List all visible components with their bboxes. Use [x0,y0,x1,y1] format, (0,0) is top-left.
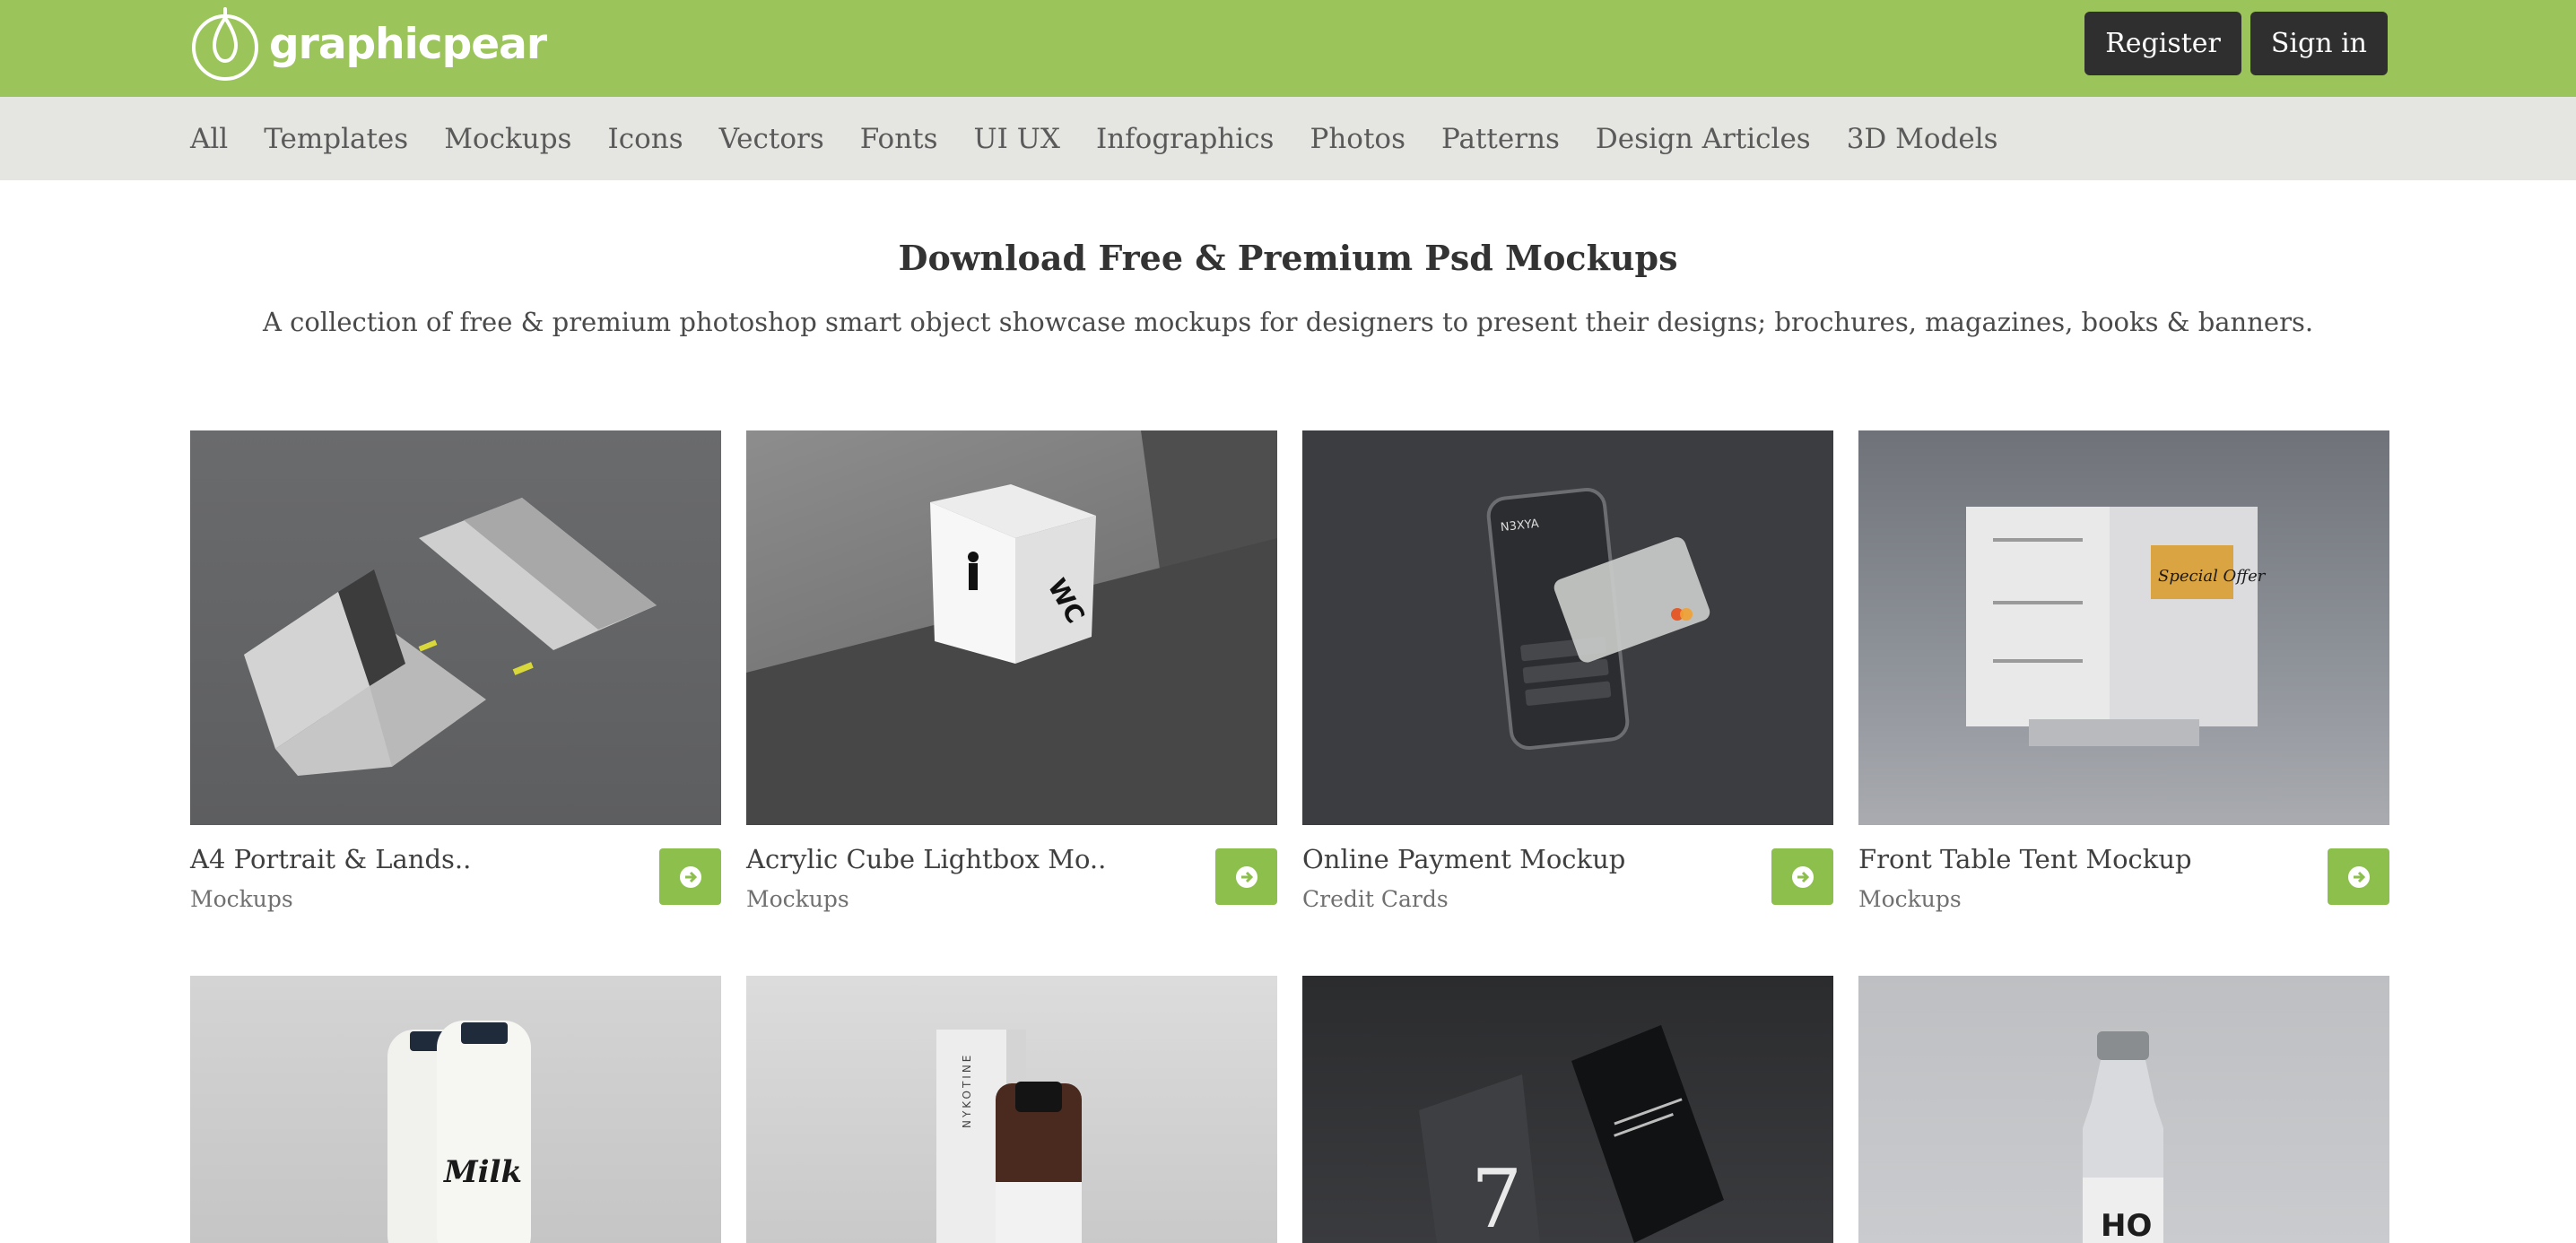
page-subtitle: A collection of free & premium photoshop… [262,307,2314,337]
card-open-button[interactable] [659,848,721,905]
brand-name: graphicpear [269,19,547,69]
card-category[interactable]: Mockups [1858,886,1962,912]
card-open-button[interactable] [1771,848,1833,905]
nav-item-all[interactable]: All [190,123,228,155]
arrow-right-icon [1235,865,1258,888]
pear-logo-icon [192,7,258,81]
water-brand-label: HO [2101,1208,2152,1243]
arrow-right-icon [1791,865,1814,888]
water-bottle-thumbnail-image: HO [2083,1031,2163,1243]
arrow-right-icon [2347,865,2370,888]
card-thumbnail[interactable] [190,430,721,825]
card-category[interactable]: Mockups [190,886,293,912]
card-thumbnail[interactable]: HO [1858,976,2389,1243]
nav-item-vectors[interactable]: Vectors [719,123,824,155]
nav-item-mockups[interactable]: Mockups [444,123,571,155]
nav-item-photos[interactable]: Photos [1310,123,1405,155]
nav-item-patterns[interactable]: Patterns [1441,123,1560,155]
sign-in-button[interactable]: Sign in [2250,12,2388,75]
card-category[interactable]: Credit Cards [1302,886,1449,912]
nav-item-templates[interactable]: Templates [264,123,408,155]
table-tent-thumbnail-image: Special Offer [1966,507,2267,746]
box-brand-label: NYKOTINE [961,1053,973,1128]
milk-bottle-thumbnail-image: Milk [387,1021,531,1243]
mockup-card[interactable]: 7 [1302,976,1833,1243]
card-title[interactable]: A4 Portrait & Lands.. [190,844,471,874]
card-thumbnail[interactable]: Milk [190,976,721,1243]
nav-item-design-articles[interactable]: Design Articles [1596,123,1811,155]
nav-item-3d-models[interactable]: 3D Models [1847,123,1998,155]
card-title[interactable]: Online Payment Mockup [1302,844,1625,874]
card-open-button[interactable] [1215,848,1277,905]
mockup-card[interactable]: N3XYA Online Payment Mockup Credit Cards [1302,430,1833,912]
bottle-box-thumbnail-image: NYKOTINE [936,1030,1082,1243]
mockup-card[interactable]: Milk [190,976,721,1243]
special-offer-label: Special Offer [2158,567,2267,586]
payment-thumbnail-image: N3XYA [1486,487,1710,751]
mockup-card[interactable]: NYKOTINE [746,976,1277,1243]
card-thumbnail[interactable]: N3XYA [1302,430,1833,825]
card-thumbnail[interactable]: NYKOTINE [746,976,1277,1243]
category-nav: All Templates Mockups Icons Vectors Font… [0,97,2576,180]
card-title[interactable]: Acrylic Cube Lightbox Mo.. [746,844,1106,874]
card-thumbnail[interactable]: Special Offer [1858,430,2389,825]
lightbox-thumbnail-image: WC [746,430,1277,825]
nav-item-icons[interactable]: Icons [607,123,683,155]
card-thumbnail[interactable]: 7 [1302,976,1833,1243]
brochure-thumbnail-image [244,498,657,776]
arrow-right-icon [679,865,701,888]
table-number-thumbnail-image: 7 [1419,1025,1724,1243]
nav-item-infographics[interactable]: Infographics [1096,123,1275,155]
mockup-card[interactable]: Special Offer Front Table Tent Mockup Mo… [1858,430,2389,912]
card-thumbnail[interactable]: WC [746,430,1277,825]
milk-label: Milk [443,1154,522,1190]
table-number-label: 7 [1471,1152,1522,1243]
top-bar: graphicpear Register Sign in [0,0,2576,97]
card-title[interactable]: Front Table Tent Mockup [1858,844,2192,874]
page-title: Download Free & Premium Psd Mockups [898,238,1678,278]
auth-buttons: Register Sign in [2084,12,2388,75]
mockup-card[interactable]: WC Acrylic Cube Lightbox Mo.. Mockups [746,430,1277,912]
register-button[interactable]: Register [2084,12,2241,75]
mockup-card[interactable]: A4 Portrait & Lands.. Mockups [190,430,721,912]
mockup-card[interactable]: HO [1858,976,2389,1243]
card-open-button[interactable] [2328,848,2389,905]
nav-item-ui-ux[interactable]: UI UX [974,123,1060,155]
nav-item-fonts[interactable]: Fonts [860,123,938,155]
card-category[interactable]: Mockups [746,886,849,912]
site-logo[interactable]: graphicpear [190,7,547,81]
